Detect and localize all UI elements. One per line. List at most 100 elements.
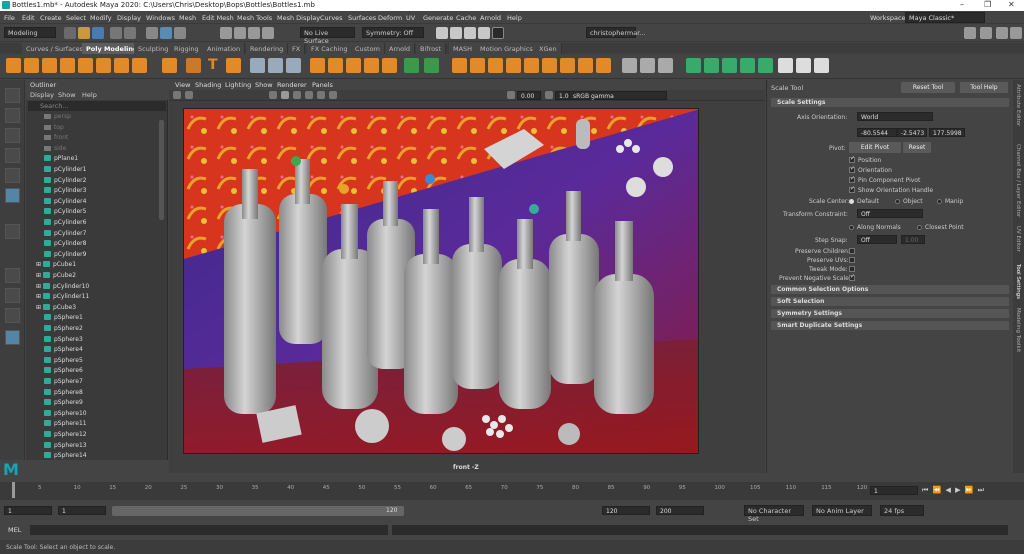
menu-modify[interactable]: Modify bbox=[90, 14, 112, 22]
menu-edit[interactable]: Edit bbox=[22, 14, 35, 22]
expand-icon[interactable]: ⊞ bbox=[36, 261, 43, 268]
prevent-negative-scale-checkbox[interactable] bbox=[849, 273, 855, 281]
select-object-icon[interactable] bbox=[160, 27, 172, 39]
new-scene-icon[interactable] bbox=[64, 27, 76, 39]
connect-icon[interactable] bbox=[578, 58, 593, 73]
single-perspective-layout-icon[interactable] bbox=[5, 268, 20, 283]
poly-torus-icon[interactable] bbox=[78, 58, 93, 73]
menu-surfaces[interactable]: Surfaces bbox=[348, 14, 376, 22]
outliner-item[interactable]: pSphere8 bbox=[44, 388, 83, 399]
shelf-tab-fx[interactable]: FX bbox=[288, 43, 306, 54]
outliner-scrollbar[interactable] bbox=[159, 120, 164, 220]
outliner-menu-display[interactable]: Display bbox=[30, 91, 54, 99]
expand-icon[interactable]: ⊞ bbox=[36, 283, 43, 290]
vp-menu-panels[interactable]: Panels bbox=[312, 81, 333, 89]
outliner-item[interactable]: pSphere13 bbox=[44, 441, 87, 452]
playback-controls[interactable]: ⏮ ⏪ ◀ ▶ ⏩ ⏭ bbox=[922, 486, 985, 495]
open-scene-icon[interactable] bbox=[78, 27, 90, 39]
section-smart-duplicate[interactable]: Smart Duplicate Settings bbox=[771, 321, 1009, 330]
outliner-item[interactable]: pCylinder9 bbox=[44, 250, 86, 261]
character-set-dropdown[interactable]: No Character Set bbox=[744, 505, 804, 523]
outliner-item[interactable]: ⊞ pCube1 bbox=[36, 261, 76, 271]
shelf-tab-curves[interactable]: Curves / Surfaces bbox=[22, 43, 89, 54]
menu-deform[interactable]: Deform bbox=[378, 14, 402, 22]
menu-arnold[interactable]: Arnold bbox=[480, 14, 501, 22]
wireframe-icon[interactable] bbox=[269, 91, 277, 99]
playback-start-field[interactable]: 1 bbox=[58, 506, 106, 515]
outliner-item[interactable]: pSphere5 bbox=[44, 356, 83, 367]
offset-edge-loop-icon[interactable] bbox=[640, 58, 655, 73]
shadows-icon[interactable] bbox=[317, 91, 325, 99]
tool-help-button[interactable]: Tool Help bbox=[960, 82, 1008, 93]
shelf-tab-animation[interactable]: Animation bbox=[203, 43, 246, 54]
shelf-tab-xgen[interactable]: XGen bbox=[535, 43, 562, 54]
menu-cache[interactable]: Cache bbox=[456, 14, 476, 22]
move-tool-icon[interactable] bbox=[5, 148, 20, 163]
time-slider[interactable]: 5 10 15 20 25 30 35 40 45 50 55 60 65 70 75 80 85 90 95 100… bbox=[0, 482, 1024, 500]
undo-icon[interactable] bbox=[110, 27, 122, 39]
outliner-item[interactable]: pSphere11 bbox=[44, 420, 87, 430]
menu-windows[interactable]: Windows bbox=[146, 14, 175, 22]
fps-dropdown[interactable]: 24 fps bbox=[880, 505, 924, 516]
shelf-tab-sculpting[interactable]: Sculpting bbox=[134, 43, 174, 54]
reset-tool-button[interactable]: Reset Tool bbox=[901, 82, 955, 93]
outliner-item[interactable]: ⊞ pCylinder11 bbox=[36, 293, 89, 303]
shelf-tab-custom[interactable]: Custom bbox=[351, 43, 385, 54]
center-pivot-icon[interactable] bbox=[796, 58, 811, 73]
cylindrical-uv-icon[interactable] bbox=[704, 58, 719, 73]
smooth-shade-icon[interactable] bbox=[281, 91, 289, 99]
outliner-search-input[interactable]: Search... bbox=[28, 101, 166, 111]
colorspace-dropdown[interactable]: sRGB gamma bbox=[569, 91, 667, 100]
step-snap-dropdown[interactable]: Off bbox=[857, 235, 897, 244]
last-tool-icon[interactable] bbox=[5, 224, 20, 239]
outliner-item[interactable]: pSphere14 bbox=[44, 452, 87, 462]
insert-edge-loop-icon[interactable] bbox=[622, 58, 637, 73]
shelf-tab-rigging[interactable]: Rigging bbox=[170, 43, 204, 54]
position-checkbox[interactable] bbox=[849, 155, 855, 163]
pin-component-pivot-checkbox[interactable] bbox=[849, 175, 855, 183]
menu-edit-mesh[interactable]: Edit Mesh bbox=[202, 14, 234, 22]
outliner-item[interactable]: ⊞ pCube3 bbox=[36, 303, 76, 314]
outliner-item[interactable]: top bbox=[44, 124, 64, 134]
pivot-tool-icon[interactable] bbox=[778, 58, 793, 73]
ipr-render-icon[interactable] bbox=[450, 27, 462, 39]
live-surface-dropdown[interactable]: No Live Surface bbox=[300, 27, 355, 45]
rotate-tool-icon[interactable] bbox=[5, 168, 20, 183]
user-account-dropdown[interactable]: christophermar... bbox=[586, 27, 645, 38]
scale-center-object-radio[interactable] bbox=[895, 199, 900, 204]
shelf-tab-bifrost[interactable]: Bifrost bbox=[416, 43, 446, 54]
end-time-field[interactable]: 200 bbox=[656, 506, 704, 515]
poly-plane-icon[interactable] bbox=[96, 58, 111, 73]
step-snap-value-field[interactable]: 1.00 bbox=[901, 235, 925, 244]
transform-constraint-dropdown[interactable]: Off bbox=[857, 209, 923, 218]
menu-mesh-tools[interactable]: Mesh Tools bbox=[237, 14, 272, 22]
lasso-tool-icon[interactable] bbox=[5, 108, 20, 123]
poly-cone-icon[interactable] bbox=[60, 58, 75, 73]
type-tool-icon[interactable]: T bbox=[208, 57, 218, 73]
expand-icon[interactable]: ⊞ bbox=[36, 304, 43, 311]
reset-pivot-button[interactable]: Reset bbox=[903, 142, 931, 153]
show-tool-settings-icon[interactable] bbox=[996, 27, 1008, 39]
multi-cut-icon[interactable] bbox=[542, 58, 557, 73]
outliner-item[interactable]: pSphere12 bbox=[44, 431, 87, 441]
vp-menu-show[interactable]: Show bbox=[255, 81, 273, 89]
anim-layer-dropdown[interactable]: No Anim Layer bbox=[812, 505, 872, 516]
outliner-item[interactable]: pSphere6 bbox=[44, 367, 83, 377]
section-scale-settings[interactable]: Scale Settings bbox=[771, 98, 1009, 107]
menu-set-dropdown[interactable]: Modeling bbox=[4, 27, 56, 38]
symmetry-dropdown[interactable]: Symmetry: Off bbox=[362, 27, 424, 38]
tweak-mode-checkbox[interactable] bbox=[849, 266, 855, 272]
show-orientation-handle-checkbox[interactable] bbox=[849, 185, 855, 193]
outliner-item[interactable]: persp bbox=[44, 113, 71, 123]
camera-attributes-icon[interactable] bbox=[185, 91, 193, 99]
bevel-icon[interactable] bbox=[404, 58, 419, 73]
collapse-icon[interactable] bbox=[506, 58, 521, 73]
snap-grid-icon[interactable] bbox=[220, 27, 232, 39]
shelf-tab-mash[interactable]: MASH bbox=[449, 43, 478, 54]
section-common-selection[interactable]: Common Selection Options bbox=[771, 285, 1009, 294]
snap-view-plane-icon[interactable] bbox=[262, 27, 274, 39]
exposure-icon[interactable] bbox=[507, 91, 515, 99]
outliner-item[interactable]: pCylinder6 bbox=[44, 219, 86, 229]
boolean-union-icon[interactable] bbox=[310, 58, 325, 73]
maximize-icon[interactable]: ❐ bbox=[984, 0, 991, 9]
